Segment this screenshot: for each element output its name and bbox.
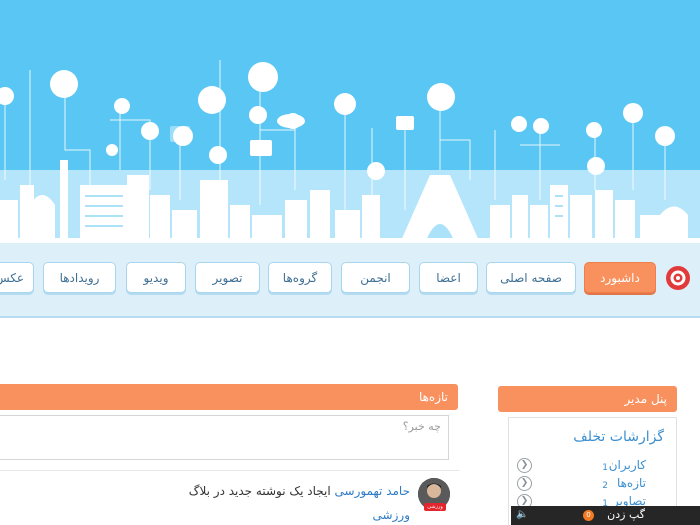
- avatar-badge: ورزشی: [424, 503, 446, 511]
- status-post-box: [0, 415, 449, 460]
- chevron-left-icon[interactable]: ❮: [517, 476, 532, 491]
- report-count: 1: [602, 463, 608, 473]
- site-logo-icon[interactable]: [664, 264, 692, 292]
- status-input[interactable]: [0, 416, 447, 459]
- tab-groups[interactable]: گروه‌ها: [268, 262, 332, 293]
- tab-videos[interactable]: ویدیو: [126, 262, 186, 293]
- tab-photos[interactable]: عکس: [0, 262, 34, 293]
- report-row-users[interactable]: کاربران 1 ❮: [509, 458, 676, 476]
- tab-forum[interactable]: انجمن: [341, 262, 410, 293]
- admin-panel-header: پنل مدیر: [498, 386, 677, 412]
- feed-panel-header: تازه‌ها: [0, 384, 458, 410]
- tab-events[interactable]: رویدادها: [43, 262, 116, 293]
- chat-bar[interactable]: گپ زدن 0 🔈: [511, 506, 700, 525]
- tab-home[interactable]: صفحه اصلی: [486, 262, 576, 293]
- chevron-left-icon[interactable]: ❮: [517, 458, 532, 473]
- chat-count-badge: 0: [583, 510, 594, 521]
- feed-author-link[interactable]: حامد تهمورسی: [335, 484, 410, 498]
- chat-label[interactable]: گپ زدن: [607, 508, 645, 521]
- speaker-icon[interactable]: 🔈: [516, 509, 528, 520]
- feed-item-text: حامد تهمورسی ایجاد یک نوشته جدید در بلاگ: [180, 484, 410, 498]
- tab-members[interactable]: اعضا: [419, 262, 478, 293]
- feed-action-text: ایجاد یک نوشته جدید در بلاگ: [188, 484, 331, 498]
- tab-dashboard[interactable]: داشبورد: [584, 262, 656, 293]
- tab-images[interactable]: تصویر: [195, 262, 260, 293]
- reports-title[interactable]: گزارشات تخلف: [573, 429, 664, 445]
- header-banner: [0, 0, 700, 243]
- city-skyline-illustration: [0, 60, 700, 243]
- report-count: 2: [602, 481, 608, 491]
- report-row-news[interactable]: تازه‌ها 2 ❮: [509, 476, 676, 494]
- feed-category-link[interactable]: ورزشی: [340, 508, 410, 522]
- report-label[interactable]: کاربران: [609, 458, 646, 472]
- report-label[interactable]: تازه‌ها: [617, 476, 646, 490]
